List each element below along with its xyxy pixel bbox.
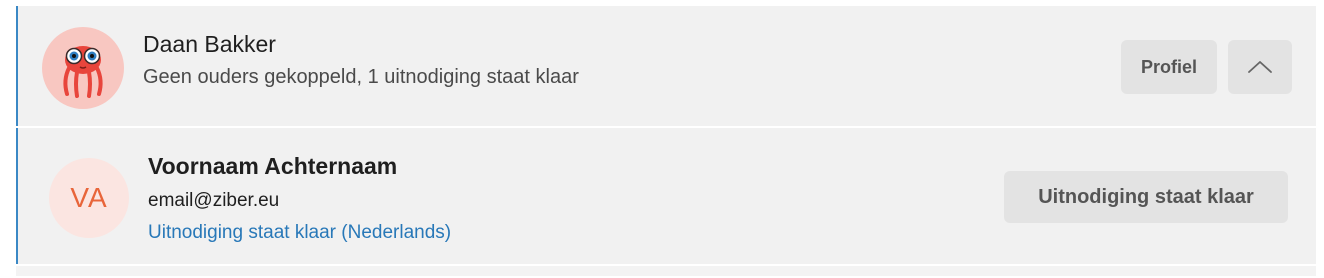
next-row-edge xyxy=(16,266,1316,276)
student-status: Geen ouders gekoppeld, 1 uitnodiging sta… xyxy=(143,66,579,88)
student-name: Daan Bakker xyxy=(143,31,276,57)
avatar xyxy=(42,27,124,109)
student-list: Daan Bakker Geen ouders gekoppeld, 1 uit… xyxy=(16,6,1316,276)
chevron-up-icon xyxy=(1248,61,1272,73)
parent-row: VA Voornaam Achternaam email@ziber.eu Ui… xyxy=(16,128,1316,264)
profile-button[interactable]: Profiel xyxy=(1121,40,1217,94)
invite-status-link[interactable]: Uitnodiging staat klaar (Nederlands) xyxy=(148,222,451,244)
parent-email: email@ziber.eu xyxy=(148,190,280,211)
parent-avatar: VA xyxy=(49,158,129,238)
parent-name: Voornaam Achternaam xyxy=(148,153,398,179)
collapse-button[interactable] xyxy=(1228,40,1292,94)
invite-ready-button[interactable]: Uitnodiging staat klaar xyxy=(1004,171,1288,223)
student-row[interactable]: Daan Bakker Geen ouders gekoppeld, 1 uit… xyxy=(16,6,1316,126)
octopus-mascot-icon xyxy=(63,46,103,98)
